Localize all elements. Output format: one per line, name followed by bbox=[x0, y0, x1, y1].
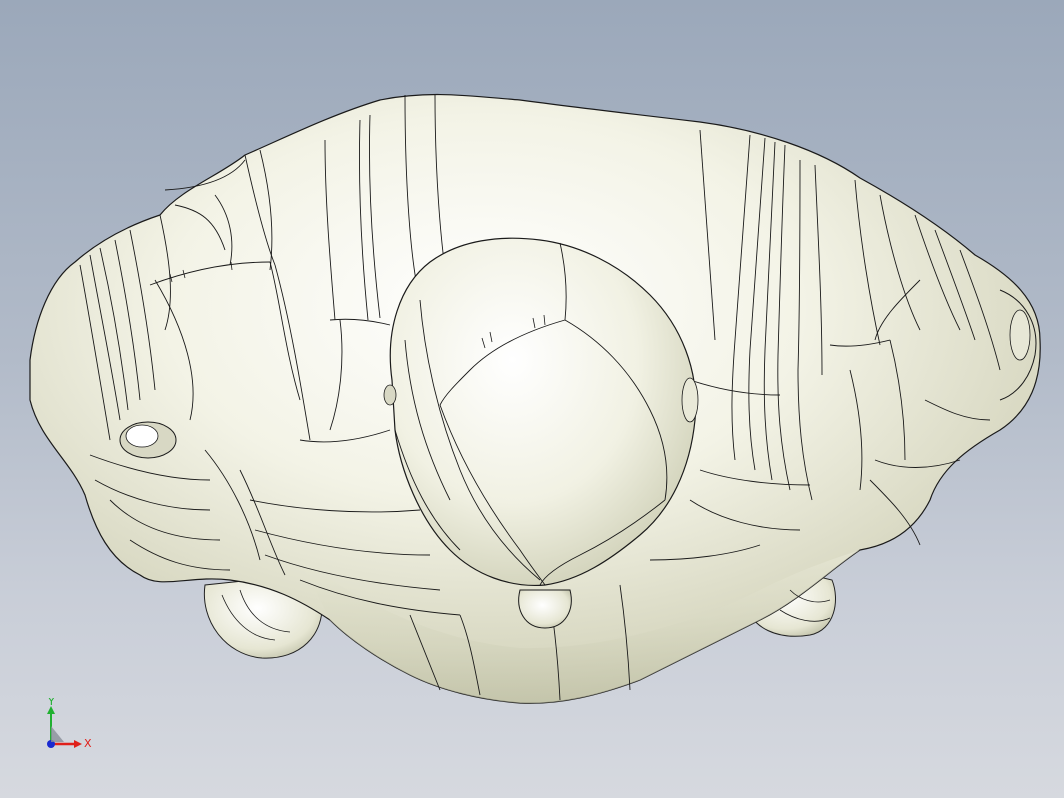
x-axis-arrow bbox=[74, 740, 82, 748]
x-axis-label: X bbox=[84, 737, 92, 750]
y-axis-label: Y bbox=[47, 698, 55, 708]
3d-model[interactable] bbox=[0, 0, 1064, 798]
3d-viewport[interactable]: Y X bbox=[0, 0, 1064, 798]
axis-triad: Y X bbox=[47, 698, 92, 750]
